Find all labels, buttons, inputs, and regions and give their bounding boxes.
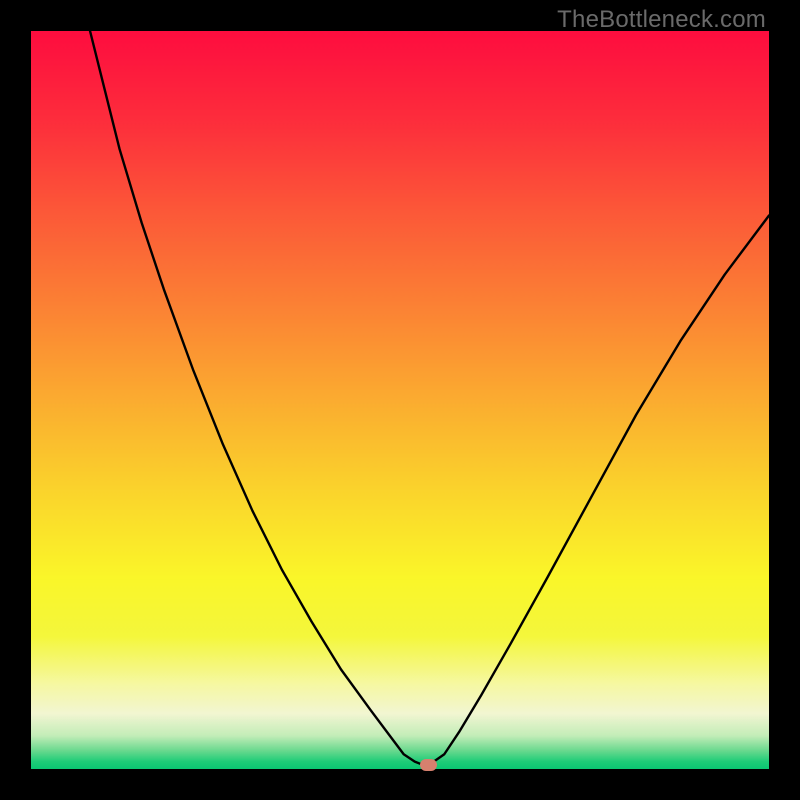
watermark-text: TheBottleneck.com bbox=[557, 6, 766, 34]
chart-frame: TheBottleneck.com bbox=[0, 0, 800, 800]
optimum-marker bbox=[420, 759, 437, 771]
bottleneck-curve bbox=[31, 31, 769, 769]
